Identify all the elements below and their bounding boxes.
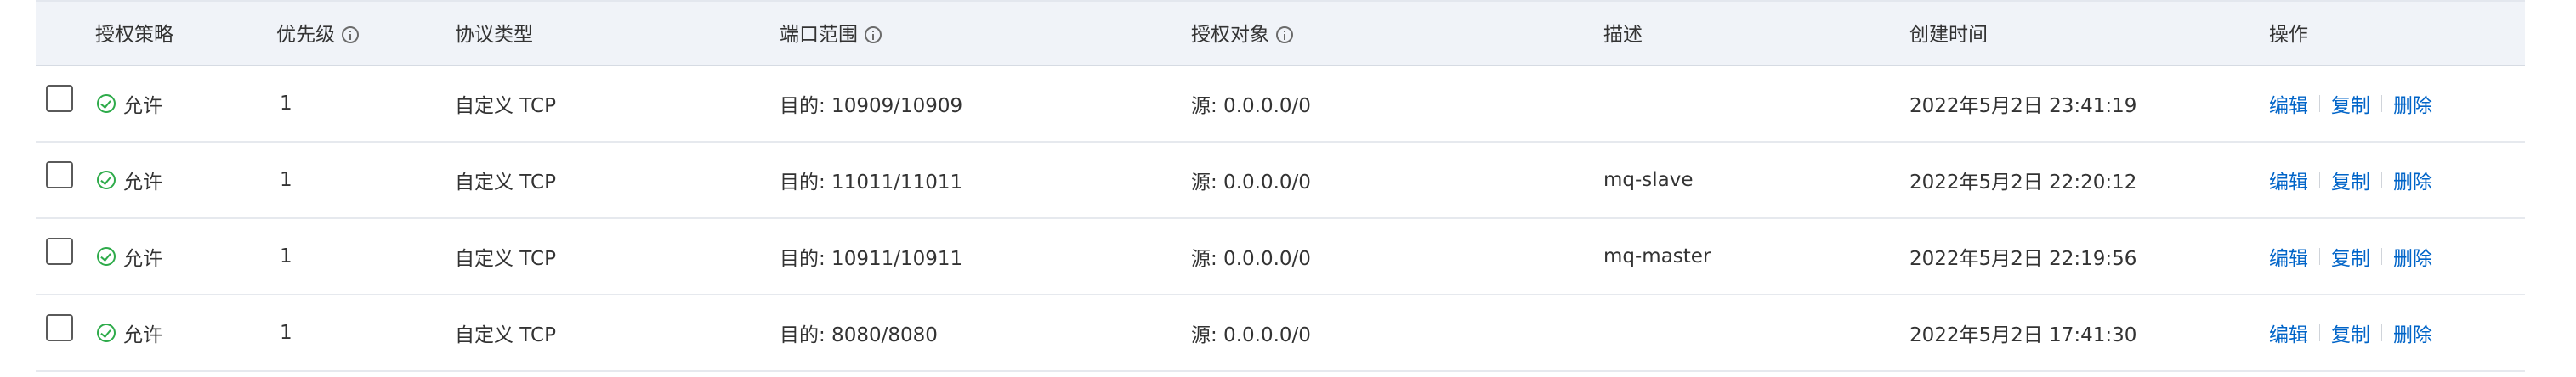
info-icon[interactable] <box>865 26 882 43</box>
priority-cell: 1 <box>280 322 292 344</box>
header-description: 描述 <box>1603 2 1643 68</box>
table-row: 允许 1 自定义 TCP 目的: 10909/10909 源: 0.0.0.0/… <box>36 66 2525 143</box>
check-circle-icon <box>97 171 116 189</box>
table-row: 允许 1 自定义 TCP 目的: 8080/8080 源: 0.0.0.0/0 … <box>36 295 2525 372</box>
protocol-cell: 自定义 TCP <box>455 95 556 117</box>
row-checkbox[interactable] <box>46 85 73 112</box>
copy-link[interactable]: 复制 <box>2331 242 2370 271</box>
auth-object-cell: 源: 0.0.0.0/0 <box>1191 172 1311 194</box>
header-protocol: 协议类型 <box>455 2 533 68</box>
divider <box>2381 172 2382 188</box>
header-description-label: 描述 <box>1603 24 1643 46</box>
header-created-time: 创建时间 <box>1909 2 1988 68</box>
policy-label: 允许 <box>123 324 162 346</box>
auth-object-cell: 源: 0.0.0.0/0 <box>1191 324 1311 346</box>
actions-cell: 编辑 复制 删除 <box>2269 143 2432 217</box>
policy-cell: 允许 <box>97 295 162 370</box>
header-created-time-label: 创建时间 <box>1909 24 1988 46</box>
divider <box>2381 248 2382 265</box>
description-cell: mq-master <box>1603 245 1711 267</box>
created-time-cell: 2022年5月2日 17:41:30 <box>1909 324 2137 346</box>
protocol-cell: 自定义 TCP <box>455 172 556 194</box>
policy-label: 允许 <box>123 248 162 270</box>
header-policy-label: 授权策略 <box>95 24 173 46</box>
policy-cell: 允许 <box>97 219 162 294</box>
divider <box>2381 324 2382 341</box>
divider <box>2319 248 2320 265</box>
port-range-cell: 目的: 8080/8080 <box>780 324 938 346</box>
header-priority-label: 优先级 <box>276 24 335 46</box>
row-checkbox[interactable] <box>46 314 73 341</box>
check-circle-icon <box>97 324 116 342</box>
table-row: 允许 1 自定义 TCP 目的: 11011/11011 源: 0.0.0.0/… <box>36 143 2525 219</box>
divider <box>2381 95 2382 112</box>
security-group-rules-table: 授权策略 优先级 协议类型 端口范围 授权对象 描述 创建时间 操作 允许 1 … <box>36 0 2525 377</box>
policy-cell: 允许 <box>97 143 162 217</box>
priority-cell: 1 <box>280 93 292 115</box>
edit-link[interactable]: 编辑 <box>2269 89 2308 118</box>
auth-object-cell: 源: 0.0.0.0/0 <box>1191 95 1311 117</box>
table-row: 允许 1 自定义 TCP 目的: 10911/10911 源: 0.0.0.0/… <box>36 219 2525 295</box>
actions-cell: 编辑 复制 删除 <box>2269 219 2432 294</box>
edit-link[interactable]: 编辑 <box>2269 242 2308 271</box>
check-circle-icon <box>97 94 116 113</box>
header-actions: 操作 <box>2269 2 2308 68</box>
priority-cell: 1 <box>280 169 292 191</box>
actions-cell: 编辑 复制 删除 <box>2269 66 2432 141</box>
header-auth-object-label: 授权对象 <box>1191 24 1269 46</box>
info-icon[interactable] <box>1276 26 1293 43</box>
auth-object-cell: 源: 0.0.0.0/0 <box>1191 248 1311 270</box>
copy-link[interactable]: 复制 <box>2331 166 2370 194</box>
table-header: 授权策略 优先级 协议类型 端口范围 授权对象 描述 创建时间 操作 <box>36 0 2525 66</box>
header-priority: 优先级 <box>276 2 359 68</box>
check-circle-icon <box>97 247 116 266</box>
protocol-cell: 自定义 TCP <box>455 248 556 270</box>
port-range-cell: 目的: 10909/10909 <box>780 95 963 117</box>
header-port-range-label: 端口范围 <box>780 24 858 46</box>
policy-cell: 允许 <box>97 66 162 141</box>
header-auth-object: 授权对象 <box>1191 2 1293 68</box>
row-checkbox[interactable] <box>46 161 73 188</box>
edit-link[interactable]: 编辑 <box>2269 318 2308 347</box>
protocol-cell: 自定义 TCP <box>455 324 556 346</box>
description-cell: mq-slave <box>1603 169 1694 191</box>
policy-label: 允许 <box>123 95 162 117</box>
divider <box>2319 95 2320 112</box>
copy-link[interactable]: 复制 <box>2331 318 2370 347</box>
delete-link[interactable]: 删除 <box>2393 166 2432 194</box>
row-checkbox[interactable] <box>46 238 73 265</box>
edit-link[interactable]: 编辑 <box>2269 166 2308 194</box>
port-range-cell: 目的: 11011/11011 <box>780 172 963 194</box>
header-protocol-label: 协议类型 <box>455 24 533 46</box>
created-time-cell: 2022年5月2日 22:19:56 <box>1909 248 2137 270</box>
delete-link[interactable]: 删除 <box>2393 242 2432 271</box>
delete-link[interactable]: 删除 <box>2393 318 2432 347</box>
info-icon[interactable] <box>342 26 359 43</box>
policy-label: 允许 <box>123 172 162 194</box>
delete-link[interactable]: 删除 <box>2393 89 2432 118</box>
header-port-range: 端口范围 <box>780 2 882 68</box>
port-range-cell: 目的: 10911/10911 <box>780 248 963 270</box>
header-actions-label: 操作 <box>2269 24 2308 46</box>
priority-cell: 1 <box>280 245 292 267</box>
created-time-cell: 2022年5月2日 22:20:12 <box>1909 172 2137 194</box>
divider <box>2319 324 2320 341</box>
divider <box>2319 172 2320 188</box>
copy-link[interactable]: 复制 <box>2331 89 2370 118</box>
created-time-cell: 2022年5月2日 23:41:19 <box>1909 95 2137 117</box>
actions-cell: 编辑 复制 删除 <box>2269 295 2432 370</box>
header-policy: 授权策略 <box>95 2 173 68</box>
